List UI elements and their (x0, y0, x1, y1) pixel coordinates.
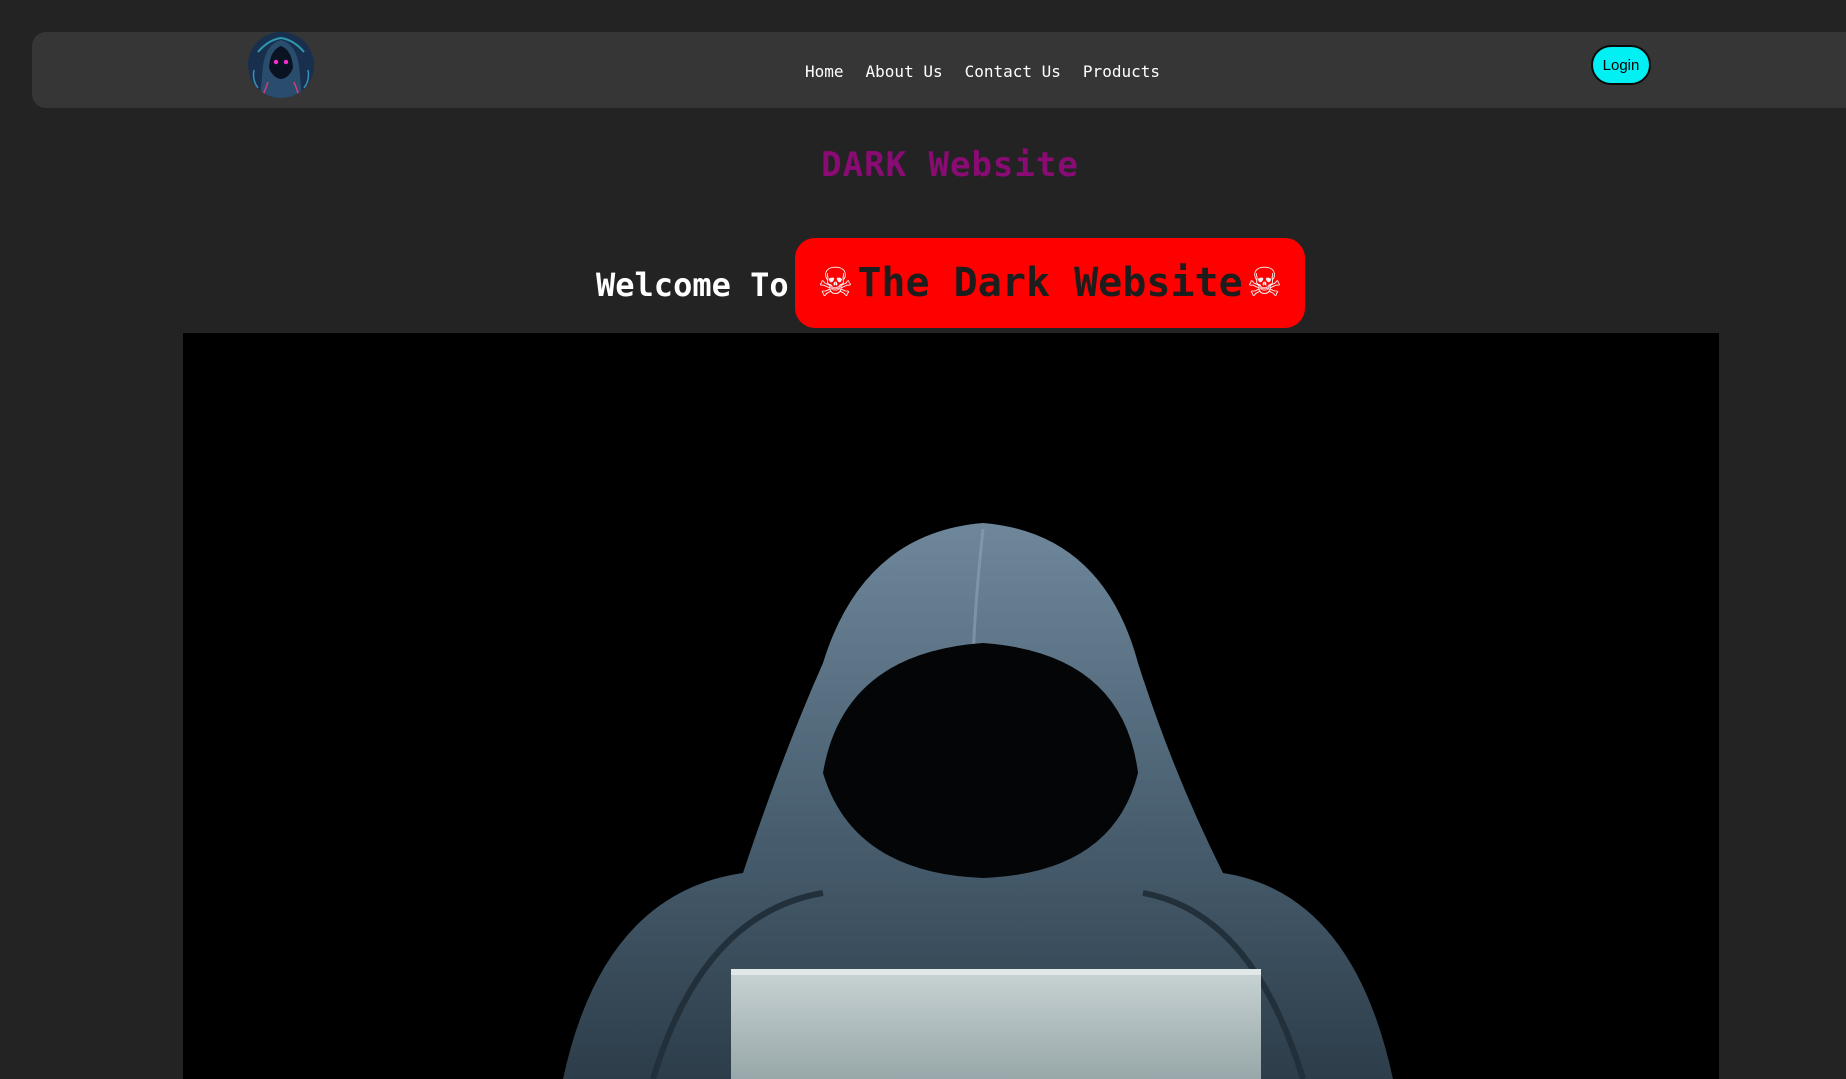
hooded-figure-illustration (183, 333, 1719, 1079)
nav-link-home[interactable]: Home (805, 62, 844, 81)
site-logo[interactable] (248, 32, 314, 98)
hero-image (183, 333, 1719, 1079)
nav-link-about-us[interactable]: About Us (866, 62, 943, 81)
nav-link-products[interactable]: Products (1083, 62, 1160, 81)
main-nav: Home About Us Contact Us Products (805, 59, 1160, 83)
brand-badge: ☠ The Dark Website ☠ (795, 238, 1305, 328)
skull-crossbones-icon: ☠ (817, 260, 854, 306)
navbar: Home About Us Contact Us Products Login (32, 32, 1846, 108)
login-button[interactable]: Login (1591, 45, 1651, 85)
skull-crossbones-icon: ☠ (1246, 260, 1283, 306)
hooded-hacker-logo-icon (248, 32, 314, 98)
brand-name: The Dark Website (857, 260, 1243, 306)
nav-link-contact-us[interactable]: Contact Us (965, 62, 1061, 81)
welcome-label: Welcome To (596, 266, 789, 304)
page-title: DARK Website (821, 145, 1079, 185)
